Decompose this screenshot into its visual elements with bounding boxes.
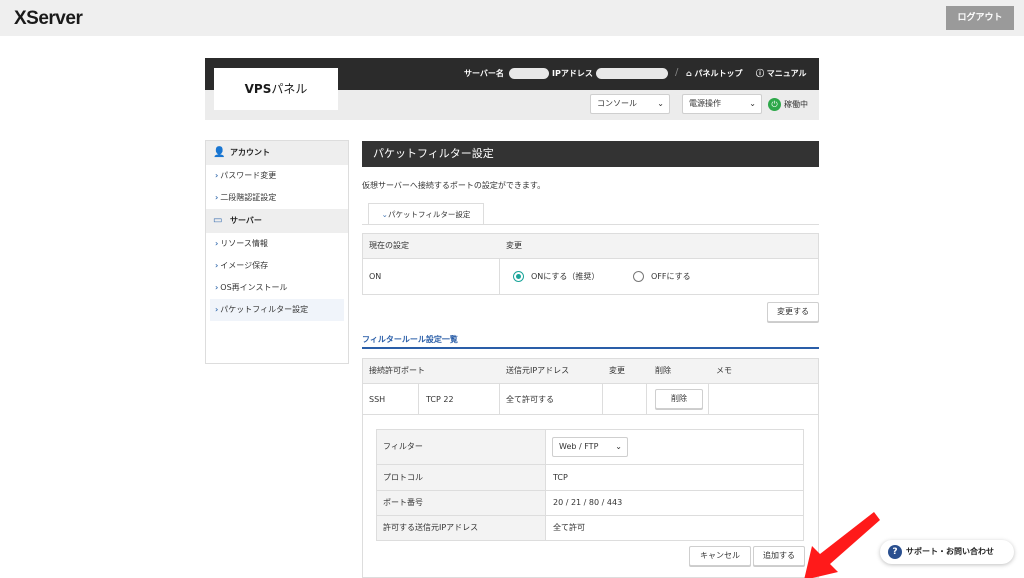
manual-link[interactable]: ⓘ マニュアル: [756, 68, 807, 80]
logout-button[interactable]: ログアウト: [946, 6, 1014, 30]
col-divider: [418, 383, 419, 414]
tab-divider: [362, 224, 819, 225]
filter-label: フィルター: [383, 442, 423, 451]
user-icon: 👤: [213, 147, 226, 158]
change-button[interactable]: 変更する: [767, 302, 819, 322]
row-divider: [362, 414, 819, 415]
protocol-value: TCP: [553, 473, 568, 482]
server-name-value: [509, 68, 549, 79]
page-title: パケットフィルター設定: [362, 141, 819, 167]
vps-panel-logo[interactable]: VPSパネル: [214, 68, 338, 110]
sidebar: 👤 アカウント › パスワード変更 › 二段階認証設定 ▭ サーバー › リソース情報…: [205, 140, 349, 364]
sidebar-item-resources[interactable]: › リソース情報: [206, 233, 348, 255]
sidebar-item-image-save[interactable]: › イメージ保存: [206, 255, 348, 277]
row-divider: [376, 515, 804, 516]
sidebar-item-2fa[interactable]: › 二段階認証設定: [206, 187, 348, 209]
console-select[interactable]: コンソール ⌄: [590, 94, 670, 114]
rules-title-underline: [362, 347, 819, 349]
row-divider: [362, 383, 819, 384]
sidebar-server-heading: ▭ サーバー: [206, 209, 348, 233]
current-setting-header: 現在の設定: [369, 241, 409, 250]
tab-packet-filter[interactable]: ⌄パケットフィルター設定: [368, 203, 484, 225]
row-divider: [376, 464, 804, 465]
page-description: 仮想サーバーへ接続するポートの設定ができます。: [362, 181, 546, 190]
panel-top-link[interactable]: ⌂ パネルトップ: [686, 68, 743, 80]
row-divider: [376, 490, 804, 491]
source-ip-value: 全て許可: [553, 523, 585, 532]
col-change: 変更: [609, 366, 625, 375]
col-memo: メモ: [716, 366, 732, 375]
ip-address-label: IPアドレス: [552, 69, 593, 78]
radio-on[interactable]: [513, 271, 524, 282]
sidebar-item-password[interactable]: › パスワード変更: [206, 165, 348, 187]
chevron-down-icon: ⌄: [615, 442, 622, 451]
change-header: 変更: [506, 241, 522, 250]
server-icon: ▭: [213, 215, 223, 226]
header-separator: /: [675, 67, 679, 78]
col-divider: [545, 429, 546, 541]
col-divider: [602, 383, 603, 414]
row-divider: [362, 258, 819, 259]
current-setting-value: ON: [369, 272, 382, 281]
radio-off-label[interactable]: OFFにする: [651, 272, 691, 282]
main-canvas: VPSパネル サーバー名 IPアドレス / ⌂ パネルトップ ⓘ マニュアル コ…: [0, 36, 1024, 578]
rule-source: 全て許可する: [506, 395, 554, 404]
radio-off[interactable]: [633, 271, 644, 282]
server-status: 稼働中: [784, 100, 808, 109]
top-bar: XServer ログアウト: [0, 0, 1024, 36]
cancel-button[interactable]: キャンセル: [689, 546, 751, 566]
col-source: 送信元IPアドレス: [506, 366, 570, 375]
col-delete: 削除: [655, 366, 671, 375]
server-name-label: サーバー名: [464, 69, 504, 78]
rules-header-row: [363, 359, 818, 383]
red-arrow-annotation: [804, 512, 880, 578]
port-label: ポート番号: [383, 498, 423, 507]
power-icon: ⏻: [768, 98, 781, 111]
support-button[interactable]: ? サポート・お問い合わせ: [880, 540, 1014, 564]
col-divider: [646, 383, 647, 414]
delete-rule-button[interactable]: 削除: [655, 389, 703, 409]
ip-address-value: [596, 68, 668, 79]
power-select[interactable]: 電源操作 ⌄: [682, 94, 762, 114]
chevron-down-icon: ⌄: [657, 99, 664, 108]
current-setting-header-row: [363, 234, 818, 258]
rule-name: SSH: [369, 395, 386, 404]
filter-select[interactable]: Web / FTP ⌄: [552, 437, 628, 457]
sidebar-item-os-reinstall[interactable]: › OS再インストール: [206, 277, 348, 299]
home-icon: ⌂: [686, 69, 692, 78]
col-divider: [499, 258, 500, 295]
xserver-logo[interactable]: XServer: [14, 8, 83, 30]
col-port: 接続許可ポート: [369, 366, 425, 375]
question-icon: ?: [888, 545, 902, 559]
rule-protocol: TCP 22: [426, 395, 454, 404]
source-ip-label: 許可する送信元IPアドレス: [383, 523, 479, 532]
help-circle-icon: ⓘ: [756, 69, 764, 78]
chevron-down-icon: ⌄: [749, 99, 756, 108]
rules-title: フィルタールール設定一覧: [362, 335, 458, 344]
radio-on-label[interactable]: ONにする（推奨）: [531, 272, 599, 282]
col-divider: [708, 383, 709, 414]
port-value: 20 / 21 / 80 / 443: [553, 498, 623, 507]
sidebar-account-heading: 👤 アカウント: [206, 141, 348, 165]
col-divider: [499, 383, 500, 414]
sidebar-item-packet-filter[interactable]: › パケットフィルター設定: [210, 299, 344, 321]
protocol-label: プロトコル: [383, 473, 423, 482]
